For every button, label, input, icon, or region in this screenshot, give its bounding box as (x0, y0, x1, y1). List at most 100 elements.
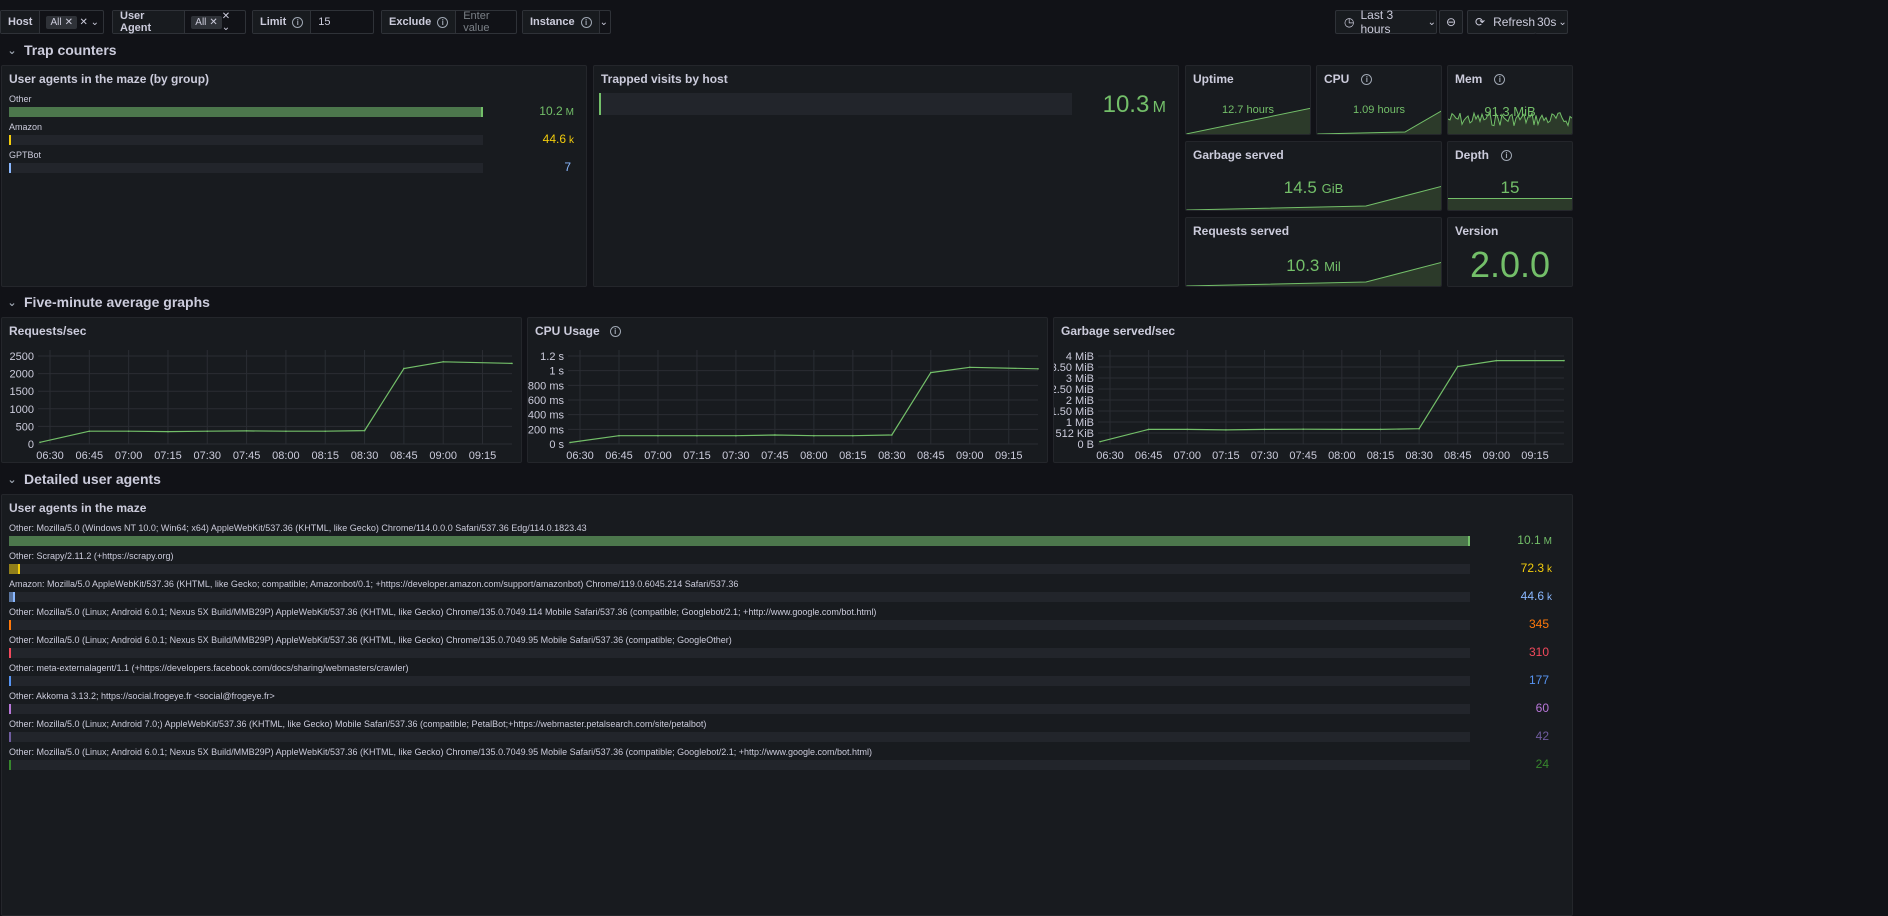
clear-icon[interactable]: ✕ ⌄ (79, 17, 103, 28)
zoom-out-button[interactable]: ⊖ (1439, 10, 1463, 34)
bar-value: 44.6 k (1521, 589, 1552, 603)
data-point (1495, 359, 1498, 362)
x-tick-label: 08:15 (1367, 450, 1395, 462)
info-icon[interactable]: i (292, 16, 304, 28)
data-point (774, 434, 776, 436)
user-agent-chip[interactable]: All ✕ (191, 15, 222, 29)
bar-track (9, 676, 1470, 686)
x-tick-label: 07:15 (1212, 450, 1240, 462)
refresh-button[interactable]: ⟳ Refresh (1467, 10, 1536, 34)
host-chip[interactable]: All ✕ (46, 15, 77, 29)
bar-fill (9, 135, 11, 145)
x-tick-label: 07:45 (1289, 450, 1317, 462)
data-point (88, 430, 91, 433)
info-icon[interactable]: i (580, 16, 592, 28)
limit-variable[interactable]: Limit i 15 (252, 10, 374, 34)
panel-garbage-served: Garbage served 14.5 GiB (1185, 141, 1442, 211)
bar-value: 10.1 M (1517, 533, 1552, 547)
row-title: Detailed user agents (24, 471, 161, 487)
bar-value-number: 345 (1528, 617, 1549, 631)
remove-icon[interactable]: ✕ (65, 17, 73, 28)
data-point (285, 430, 287, 433)
mem-value: 91.3 MiB (1484, 104, 1536, 119)
panel-requests-served: Requests served 10.3 Mil (1185, 217, 1442, 287)
bar-fill (9, 107, 483, 117)
row-trap-counters[interactable]: ⌄ Trap counters (0, 36, 1888, 64)
data-point (1563, 359, 1565, 362)
series-line (569, 366, 1039, 444)
time-range-picker[interactable]: ◷ Last 3 hours ⌄ (1335, 8, 1437, 36)
x-tick-label: 09:15 (1521, 450, 1549, 462)
panel-user-agents-by-group: User agents in the maze (by group) Other… (1, 65, 587, 287)
bar-track (9, 648, 1470, 658)
info-icon[interactable]: i (1361, 74, 1373, 86)
cpu-sparkline (1317, 110, 1441, 134)
bar-label: GPTBot (9, 150, 42, 160)
info-icon[interactable]: i (437, 16, 449, 28)
chevron-down-icon: ⌄ (7, 44, 17, 57)
data-point (167, 430, 169, 433)
exclude-variable[interactable]: Exclude i Enter value (381, 10, 517, 34)
y-tick-label: 512 KiB (1055, 428, 1094, 440)
panel-title: Trapped visits by host (601, 72, 728, 86)
y-tick-label: 2500 (10, 351, 34, 363)
data-point (569, 441, 571, 444)
data-point (930, 371, 932, 374)
bar-label: Other: Mozilla/5.0 (Linux; Android 6.0.1… (9, 607, 877, 617)
remove-icon[interactable]: ✕ (209, 17, 217, 28)
x-tick-label: 06:30 (1096, 450, 1124, 462)
clear-icon[interactable]: ✕ ⌄ (222, 11, 245, 33)
panel-uptime: Uptime 12.7 hours (1185, 65, 1311, 135)
bar-value-unit: M (565, 107, 574, 118)
x-tick-label: 09:00 (1483, 450, 1511, 462)
refresh-interval-picker[interactable]: 30s ⌄ (1535, 10, 1568, 34)
x-tick-label: 07:30 (1251, 450, 1279, 462)
host-variable[interactable]: Host All ✕ ✕ ⌄ (0, 10, 104, 34)
row-detailed-user-agents[interactable]: ⌄ Detailed user agents (0, 465, 1888, 493)
exclude-input[interactable]: Enter value (456, 10, 516, 34)
data-point (1099, 440, 1101, 443)
exclude-label: Exclude (389, 16, 432, 28)
data-point (618, 434, 620, 437)
data-point (403, 367, 405, 370)
y-tick-label: 1.50 MiB (1054, 406, 1094, 418)
bar-value-number: 44.6 (1520, 589, 1544, 603)
bar-fill (9, 536, 1470, 546)
data-point (442, 360, 444, 363)
x-tick-label: 09:00 (429, 450, 457, 462)
panel-title: Uptime (1193, 72, 1234, 86)
bar-label: Other: Mozilla/5.0 (Linux; Android 6.0.1… (9, 747, 873, 757)
bar-track (9, 620, 1470, 630)
panel-title: User agents in the maze (by group) (9, 72, 210, 86)
bar-track (9, 564, 1470, 574)
panel-depth: Depth i 15 (1447, 141, 1573, 211)
panel-cpu: CPU i 1.09 hours (1316, 65, 1442, 135)
x-tick-label: 08:00 (1328, 450, 1356, 462)
x-tick-label: 07:15 (154, 450, 182, 462)
limit-input[interactable]: 15 (311, 16, 330, 28)
instance-variable[interactable]: Instance i ⌄ (522, 10, 611, 34)
row-five-minute-graphs[interactable]: ⌄ Five-minute average graphs (0, 288, 1888, 316)
bar-label: Other: Akkoma 3.13.2; https://social.fro… (9, 691, 275, 701)
data-point (1186, 428, 1189, 431)
panel-requests-per-sec: Requests/sec 0 500 1000 1500 2000 2500 06:30 06… (1, 317, 522, 463)
x-tick-label: 08:15 (839, 450, 867, 462)
data-point (813, 434, 815, 437)
bar-value-number: 24 (1535, 757, 1549, 771)
info-icon[interactable]: i (1501, 150, 1512, 162)
y-tick-label: 1 MiB (1066, 417, 1094, 429)
x-tick-label: 07:00 (1174, 450, 1202, 462)
bar-value-number: 10.2 (539, 104, 563, 118)
chevron-down-icon[interactable]: ⌄ (600, 17, 616, 28)
refresh-label: Refresh (1493, 15, 1536, 29)
requests-sparkline (1186, 262, 1441, 286)
info-icon[interactable]: i (1494, 74, 1506, 86)
y-tick-label: 2.50 MiB (1054, 384, 1094, 396)
x-tick-label: 08:30 (1405, 450, 1433, 462)
x-tick-label: 06:45 (605, 450, 633, 462)
bar-value-unit: M (1543, 536, 1552, 547)
user-agent-variable[interactable]: User Agent All ✕ ✕ ⌄ (112, 10, 246, 34)
data-point (1302, 428, 1304, 430)
garbage-sparkline (1186, 186, 1441, 210)
bar-label: Other: Mozilla/5.0 (Linux; Android 6.0.1… (9, 635, 732, 645)
